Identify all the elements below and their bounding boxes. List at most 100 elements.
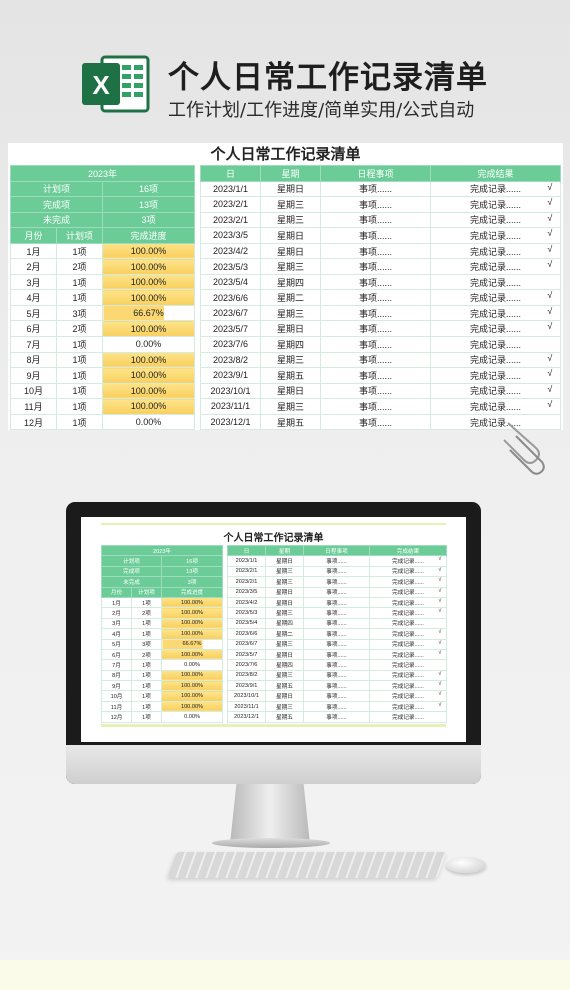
result-text: 完成记录......	[469, 230, 521, 241]
result-cell: 完成记录......	[430, 273, 561, 291]
item-cell: 事项......	[320, 242, 431, 260]
progress-cell: 100.00%	[101, 289, 196, 306]
record-row: 2023/8/2 星期三 事项...... 完成记录...... √	[200, 351, 561, 369]
result-cell: 完成记录...... √	[369, 680, 447, 692]
record-row: 2023/3/5 星期日 事项...... 完成记录...... √	[227, 586, 447, 598]
plan-cell: 1项	[131, 680, 162, 692]
result-cell: 完成记录......	[369, 617, 447, 630]
result-cell: 完成记录...... √	[369, 638, 447, 650]
result-text: 完成记录......	[392, 611, 424, 618]
plan-cell: 1项	[56, 367, 103, 384]
record-row: 2023/2/1 星期三 事项...... 完成记录...... √	[227, 576, 447, 588]
result-cell: 完成记录...... √	[430, 196, 561, 213]
column-header: 日程事项	[320, 165, 431, 182]
result-text: 完成记录......	[392, 652, 424, 659]
month-row: 9月 1项 100.00%	[101, 680, 224, 692]
check-mark: √	[438, 566, 442, 573]
result-text: 完成记录......	[469, 199, 521, 210]
plan-cell: 2项	[131, 607, 162, 619]
result-text: 完成记录......	[469, 184, 521, 195]
progress-cell: 100.00%	[160, 669, 224, 682]
bottom-band	[0, 960, 570, 990]
progress-cell: 100.00%	[101, 398, 196, 415]
mini-summary-table: 2023年 计划项 16项 完成项 13项 未完成 3项 月份 计划项 完成进度 1月 1项 100.0…	[100, 544, 224, 723]
date-cell: 2023/6/7	[227, 638, 266, 650]
date-cell: 2023/10/1	[200, 382, 261, 400]
weekday-cell: 星期三	[260, 196, 321, 213]
weekday-cell: 星期三	[260, 304, 321, 322]
item-cell: 事项......	[303, 638, 370, 650]
weekday-cell: 星期三	[265, 638, 304, 650]
month-cell: 2月	[10, 258, 57, 275]
record-row: 2023/5/7 星期日 事项...... 完成记录...... √	[227, 648, 447, 661]
result-text: 完成记录......	[469, 386, 521, 397]
record-row: 2023/12/1 星期五 事项...... 完成记录......	[227, 711, 447, 723]
progress-cell: 100.00%	[160, 617, 224, 630]
plan-cell: 1项	[131, 690, 162, 702]
weekday-cell: 星期三	[265, 565, 304, 578]
result-text: 完成记录......	[392, 662, 424, 669]
month-cell: 8月	[101, 669, 132, 682]
weekday-cell: 星期四	[265, 659, 304, 671]
mini-summary-panel: 2023年 计划项 16项 完成项 13项 未完成 3项 月份 计划项 完成进度 1月 1项 100.0…	[100, 544, 224, 723]
plan-cell: 1项	[56, 351, 103, 369]
item-cell: 事项......	[320, 351, 431, 369]
result-cell: 完成记录...... √	[430, 211, 561, 229]
records-table: 日星期 日程事项 完成结果 2023/1/1 星期日 事项...... 完成记录......…	[200, 165, 561, 431]
month-cell: 7月	[101, 659, 132, 671]
item-cell: 事项......	[320, 320, 431, 338]
result-cell: 完成记录...... √	[430, 289, 561, 306]
plan-cell: 1项	[131, 596, 162, 609]
plan-cell: 1项	[56, 242, 103, 260]
date-cell: 2023/2/1	[227, 565, 266, 578]
screen-bottom-bar	[101, 724, 446, 727]
check-mark: √	[438, 597, 442, 604]
date-cell: 2023/8/2	[227, 669, 266, 682]
item-cell: 事项......	[303, 680, 370, 692]
month-row: 5月 3项 66.67%	[101, 638, 224, 650]
item-cell: 事项......	[320, 289, 431, 306]
item-cell: 事项......	[303, 690, 370, 702]
result-text: 完成记录......	[469, 293, 521, 304]
stat-row: 计划项 16项	[101, 555, 224, 567]
check-mark: √	[438, 608, 442, 615]
weekday-cell: 星期日	[260, 320, 321, 338]
month-row: 1月 1项 100.00%	[101, 596, 224, 609]
record-row: 2023/8/2 星期三 事项...... 完成记录...... √	[227, 669, 447, 682]
record-row: 2023/5/4 星期四 事项...... 完成记录......	[227, 617, 447, 630]
weekday-cell: 星期日	[265, 596, 304, 609]
stat-value: 16项	[101, 180, 196, 198]
item-cell: 事项......	[303, 596, 370, 609]
month-row: 7月 1项 0.00%	[10, 336, 196, 353]
date-cell: 2023/2/1	[200, 211, 261, 229]
check-mark: √	[438, 681, 442, 688]
weekday-cell: 星期三	[265, 607, 304, 619]
record-row: 2023/9/1 星期五 事项...... 完成记录...... √	[200, 367, 561, 384]
progress-cell: 100.00%	[160, 648, 224, 661]
progress-cell: 100.00%	[160, 628, 224, 640]
month-row: 11月 1项 100.00%	[10, 398, 196, 415]
result-text: 完成记录......	[392, 579, 424, 586]
weekday-cell: 星期五	[260, 367, 321, 384]
item-cell: 事项......	[303, 648, 370, 661]
result-text: 完成记录......	[392, 569, 424, 576]
check-mark: √	[547, 243, 553, 254]
check-mark: √	[547, 181, 553, 192]
record-row: 2023/5/3 星期三 事项...... 完成记录...... √	[227, 607, 447, 619]
date-cell: 2023/5/7	[200, 320, 261, 338]
weekday-cell: 星期二	[260, 289, 321, 306]
paperclip-icon	[503, 422, 545, 475]
check-mark: √	[547, 352, 553, 363]
item-cell: 事项......	[320, 398, 431, 415]
check-mark: √	[438, 670, 442, 677]
month-row: 11月 1项 100.00%	[101, 700, 224, 713]
monitor-stand	[230, 784, 310, 844]
stat-label: 未完成	[10, 211, 103, 229]
month-row: 2月 2项 100.00%	[101, 607, 224, 619]
date-cell: 2023/8/2	[200, 351, 261, 369]
result-cell: 完成记录...... √	[430, 320, 561, 338]
month-row: 9月 1项 100.00%	[10, 367, 196, 384]
monitor-base	[212, 838, 330, 848]
record-row: 2023/7/6 星期四 事项...... 完成记录......	[227, 659, 447, 671]
item-cell: 事项......	[320, 273, 431, 291]
